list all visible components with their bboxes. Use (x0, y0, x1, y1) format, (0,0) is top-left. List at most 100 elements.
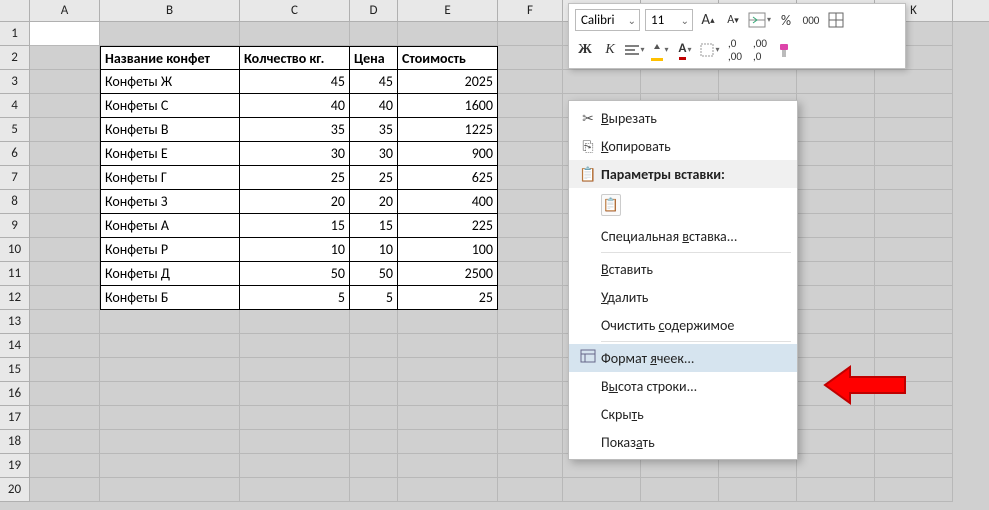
row-header-14[interactable]: 14 (0, 334, 30, 358)
cell-D15[interactable] (350, 358, 398, 382)
cell-B4[interactable]: Конфеты С (100, 94, 240, 118)
cell-A19[interactable] (30, 454, 100, 478)
cell-E19[interactable] (398, 454, 498, 478)
menu-delete[interactable]: Удалить (569, 283, 797, 311)
cell-C12[interactable]: 5 (240, 286, 350, 310)
cell-B5[interactable]: Конфеты В (100, 118, 240, 142)
cell-A15[interactable] (30, 358, 100, 382)
cell-J8[interactable] (797, 190, 875, 214)
cell-D11[interactable]: 50 (350, 262, 398, 286)
cell-C11[interactable]: 50 (240, 262, 350, 286)
cell-A13[interactable] (30, 310, 100, 334)
cell-D16[interactable] (350, 382, 398, 406)
cell-E20[interactable] (398, 478, 498, 502)
cell-C9[interactable]: 15 (240, 214, 350, 238)
row-header-7[interactable]: 7 (0, 166, 30, 190)
cell-F16[interactable] (498, 382, 563, 406)
cell-E7[interactable]: 625 (398, 166, 498, 190)
cell-E14[interactable] (398, 334, 498, 358)
menu-format-cells[interactable]: Формат ячеек... (569, 344, 797, 372)
cell-D3[interactable]: 45 (350, 70, 398, 94)
cell-C16[interactable] (240, 382, 350, 406)
cell-K11[interactable] (875, 262, 953, 286)
cell-A3[interactable] (30, 70, 100, 94)
cell-E16[interactable] (398, 382, 498, 406)
cell-E10[interactable]: 100 (398, 238, 498, 262)
cell-A5[interactable] (30, 118, 100, 142)
cell-J14[interactable] (797, 334, 875, 358)
decrease-font-button[interactable]: A▾ (723, 9, 743, 31)
cell-K18[interactable] (875, 430, 953, 454)
format-painter-button[interactable] (775, 39, 795, 61)
cell-F6[interactable] (498, 142, 563, 166)
cell-B3[interactable]: Конфеты Ж (100, 70, 240, 94)
row-header-1[interactable]: 1 (0, 22, 30, 46)
cell-D5[interactable]: 35 (350, 118, 398, 142)
cell-D8[interactable]: 20 (350, 190, 398, 214)
cell-C6[interactable]: 30 (240, 142, 350, 166)
cell-K17[interactable] (875, 406, 953, 430)
cell-K20[interactable] (875, 478, 953, 502)
increase-font-button[interactable]: A▴ (698, 9, 718, 31)
cell-C19[interactable] (240, 454, 350, 478)
cell-D13[interactable] (350, 310, 398, 334)
borders-button[interactable] (826, 9, 846, 31)
cell-G3[interactable] (563, 70, 641, 94)
cell-B18[interactable] (100, 430, 240, 454)
cell-E18[interactable] (398, 430, 498, 454)
cell-D17[interactable] (350, 406, 398, 430)
cell-F5[interactable] (498, 118, 563, 142)
cell-C2[interactable]: Колчество кг. (240, 46, 350, 70)
cell-D4[interactable]: 40 (350, 94, 398, 118)
cell-K4[interactable] (875, 94, 953, 118)
col-header-D[interactable]: D (350, 0, 398, 21)
cell-B15[interactable] (100, 358, 240, 382)
cell-J11[interactable] (797, 262, 875, 286)
cell-E17[interactable] (398, 406, 498, 430)
cell-H20[interactable] (641, 478, 719, 502)
menu-show[interactable]: Показать (569, 428, 797, 456)
percent-button[interactable]: % (776, 9, 796, 31)
col-header-C[interactable]: C (240, 0, 350, 21)
select-all-corner[interactable] (0, 0, 30, 21)
cell-K19[interactable] (875, 454, 953, 478)
bold-button[interactable]: Ж (575, 39, 595, 61)
cell-B17[interactable] (100, 406, 240, 430)
cell-B19[interactable] (100, 454, 240, 478)
col-header-E[interactable]: E (398, 0, 498, 21)
cell-J18[interactable] (797, 430, 875, 454)
cell-D2[interactable]: Цена (350, 46, 398, 70)
cell-A6[interactable] (30, 142, 100, 166)
cell-J17[interactable] (797, 406, 875, 430)
cell-F2[interactable] (498, 46, 563, 70)
cell-I20[interactable] (719, 478, 797, 502)
cell-F4[interactable] (498, 94, 563, 118)
cell-J13[interactable] (797, 310, 875, 334)
row-header-3[interactable]: 3 (0, 70, 30, 94)
cell-E6[interactable]: 900 (398, 142, 498, 166)
cell-C8[interactable]: 20 (240, 190, 350, 214)
menu-clear-contents[interactable]: Очистить содержимое (569, 311, 797, 339)
cell-E13[interactable] (398, 310, 498, 334)
cell-E8[interactable]: 400 (398, 190, 498, 214)
cell-K13[interactable] (875, 310, 953, 334)
cell-K10[interactable] (875, 238, 953, 262)
cell-D19[interactable] (350, 454, 398, 478)
cell-D10[interactable]: 10 (350, 238, 398, 262)
cell-F1[interactable] (498, 22, 563, 46)
cell-C3[interactable]: 45 (240, 70, 350, 94)
font-size-select[interactable]: 11⌄ (645, 9, 693, 31)
row-header-11[interactable]: 11 (0, 262, 30, 286)
row-header-8[interactable]: 8 (0, 190, 30, 214)
cell-C14[interactable] (240, 334, 350, 358)
font-color-button[interactable]: А▾ (675, 39, 695, 61)
italic-button[interactable]: К (600, 39, 620, 61)
increase-decimal-button[interactable]: ,0,00 (725, 39, 745, 61)
thousands-button[interactable]: 000 (801, 9, 821, 31)
cell-I3[interactable] (719, 70, 797, 94)
row-header-6[interactable]: 6 (0, 142, 30, 166)
cell-A7[interactable] (30, 166, 100, 190)
cell-D18[interactable] (350, 430, 398, 454)
cell-D9[interactable]: 15 (350, 214, 398, 238)
row-header-15[interactable]: 15 (0, 358, 30, 382)
